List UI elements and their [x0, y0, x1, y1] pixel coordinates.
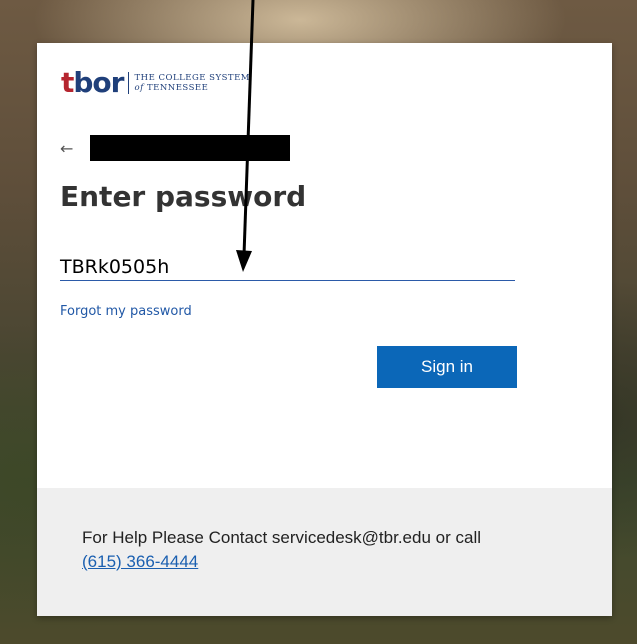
tbr-logo: tbor THE COLLEGE SYSTEM of TENNESSEE	[61, 68, 250, 98]
help-text-block: For Help Please Contact servicedesk@tbr.…	[82, 526, 582, 574]
identity-row: ←	[60, 135, 290, 161]
sign-in-button[interactable]: Sign in	[377, 346, 517, 388]
back-arrow-icon[interactable]: ←	[60, 139, 82, 158]
help-phone-link[interactable]: (615) 366-4444	[82, 552, 198, 571]
logo-mark: tbor	[61, 66, 124, 99]
page-title: Enter password	[60, 180, 307, 213]
logo-divider	[128, 72, 130, 94]
redacted-email	[90, 135, 290, 161]
help-text: For Help Please Contact servicedesk@tbr.…	[82, 528, 481, 547]
login-card: For Help Please Contact servicedesk@tbr.…	[37, 43, 612, 616]
password-input[interactable]: TBRk0505h	[60, 254, 515, 281]
password-value: TBRk0505h	[60, 256, 170, 278]
help-footer: For Help Please Contact servicedesk@tbr.…	[37, 488, 612, 616]
forgot-password-link[interactable]: Forgot my password	[60, 304, 192, 319]
logo-text: THE COLLEGE SYSTEM of TENNESSEE	[134, 73, 250, 93]
